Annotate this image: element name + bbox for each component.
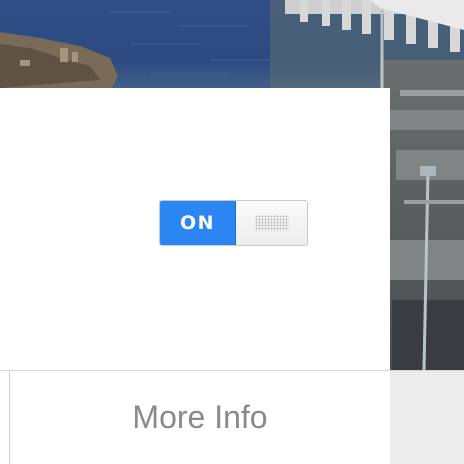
bottom-left-cell: [0, 371, 10, 464]
toggle-on-label: ON: [160, 201, 236, 245]
app-screen: ON More Info: [0, 0, 464, 464]
toggle-knob[interactable]: [236, 201, 307, 245]
side-panel: [390, 370, 464, 464]
on-off-toggle[interactable]: ON: [159, 200, 308, 246]
grip-icon: [254, 215, 289, 231]
bottom-bar: More Info: [0, 370, 390, 464]
more-info-button[interactable]: More Info: [10, 371, 390, 464]
